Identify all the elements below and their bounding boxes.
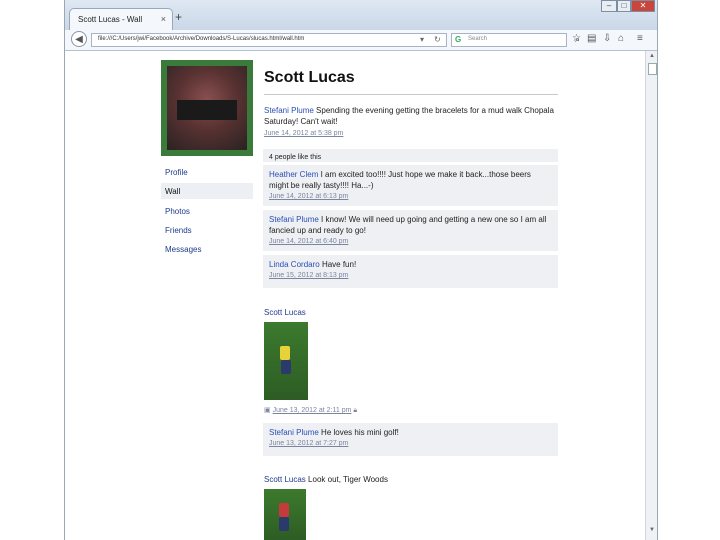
comment-time[interactable]: June 14, 2012 at 6:40 pm (269, 236, 552, 247)
maximize-button[interactable]: □ (617, 0, 631, 12)
close-window-button[interactable]: ✕ (631, 0, 655, 12)
comment-2: Stefani Plume I know! We will need up go… (263, 210, 558, 251)
post2-author[interactable]: Scott Lucas (264, 308, 306, 317)
nav-messages[interactable]: Messages (165, 245, 201, 254)
post2-time[interactable]: June 13, 2012 at 2:11 pm (273, 407, 352, 414)
minigolf-photo[interactable] (264, 322, 308, 400)
minimize-button[interactable]: – (601, 0, 617, 12)
scroll-down-icon[interactable]: ▼ (649, 527, 655, 533)
search-placeholder: Search (468, 36, 488, 42)
photo-icon: ▣ (264, 407, 271, 414)
divider (264, 94, 558, 95)
comment-time[interactable]: June 13, 2012 at 7:27 pm (269, 438, 552, 449)
status-time[interactable]: June 14, 2012 at 5:38 pm (264, 130, 343, 137)
download-icon[interactable]: ⇩ (603, 33, 611, 44)
status-post: Stefani Plume Spending the evening getti… (264, 105, 564, 139)
page-content: Profile Wall Photos Friends Messages Sco… (65, 51, 645, 540)
comment-author[interactable]: Stefani Plume (269, 215, 319, 224)
comment-author[interactable]: Stefani Plume (269, 428, 319, 437)
post2-meta: ▣ June 13, 2012 at 2:11 pm 🔒︎ (264, 406, 357, 415)
scroll-thumb[interactable] (648, 63, 657, 75)
comment-author[interactable]: Linda Cordaro (269, 260, 320, 269)
home-icon[interactable]: ⌂ (618, 33, 624, 44)
tab-close-icon[interactable]: × (161, 14, 166, 24)
lock-icon: 🔒︎ (353, 407, 358, 414)
comment-time[interactable]: June 15, 2012 at 8:13 pm (269, 270, 552, 281)
title-bar: Scott Lucas - Wall × + – □ ✕ (65, 0, 657, 30)
golf-photo[interactable] (264, 489, 306, 540)
nav-wall[interactable]: Wall (165, 187, 180, 196)
refresh-icon[interactable]: ↻ (434, 35, 441, 44)
new-tab-button[interactable]: + (175, 10, 182, 24)
nav-friends[interactable]: Friends (165, 226, 192, 235)
scroll-up-icon[interactable]: ▲ (649, 53, 655, 59)
address-bar[interactable]: file:///C:/Users/jwi/Facebook/Archive/Do… (91, 33, 447, 47)
vertical-scrollbar[interactable]: ▲ ▼ (645, 51, 657, 540)
google-icon: G (455, 35, 462, 44)
search-box[interactable]: G Search ⌕ (451, 33, 580, 47)
comment-author[interactable]: Heather Clem (269, 170, 318, 179)
menu-icon[interactable]: ≡ (637, 33, 643, 44)
comment-1: Heather Clem I am excited too!!!! Just h… (263, 165, 558, 206)
star-icon[interactable]: ☆ (572, 33, 581, 44)
nav-photos[interactable]: Photos (165, 207, 190, 216)
back-arrow-icon[interactable]: ◀ (71, 31, 87, 47)
post3-author[interactable]: Scott Lucas (264, 475, 306, 484)
post3-header: Scott Lucas Look out, Tiger Woods (264, 475, 388, 484)
nav-profile[interactable]: Profile (165, 168, 188, 177)
tab-wall[interactable]: Scott Lucas - Wall × (69, 8, 173, 30)
url-text: file:///C:/Users/jwi/Facebook/Archive/Do… (98, 36, 305, 42)
likes-text: 4 people like this (269, 154, 322, 161)
clipboard-icon[interactable]: ▤ (587, 33, 596, 44)
likes-bar: 4 people like this (263, 149, 558, 162)
page-title: Scott Lucas (264, 69, 355, 86)
comment-time[interactable]: June 14, 2012 at 6:13 pm (269, 191, 552, 202)
comment-3: Linda Cordaro Have fun! June 15, 2012 at… (263, 255, 558, 288)
dropdown-icon[interactable]: ▾ (420, 35, 424, 44)
tab-title: Scott Lucas - Wall (78, 15, 143, 24)
post3-text: Look out, Tiger Woods (308, 475, 388, 484)
post2-comment: Stefani Plume He loves his mini golf! Ju… (263, 423, 558, 456)
browser-window: Scott Lucas - Wall × + – □ ✕ ◀ file:///C… (64, 0, 658, 540)
comment-text: Have fun! (321, 260, 357, 269)
comment-text: He loves his mini golf! (321, 428, 399, 437)
status-author[interactable]: Stefani Plume (264, 106, 314, 115)
profile-picture[interactable] (161, 60, 253, 156)
navigation-bar: ◀ file:///C:/Users/jwi/Facebook/Archive/… (65, 30, 657, 51)
